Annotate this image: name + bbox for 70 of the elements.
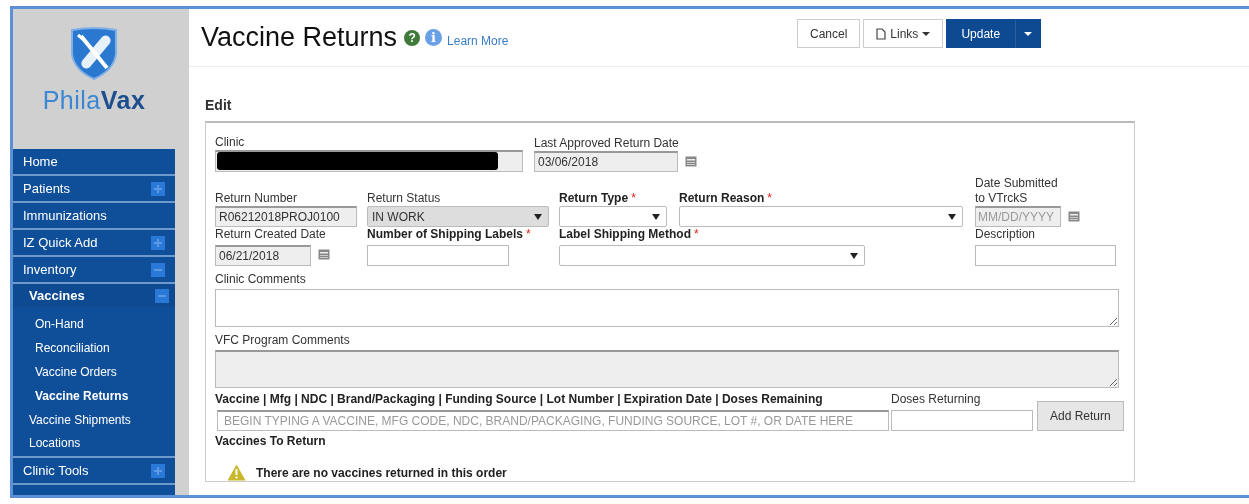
text-area[interactable] xyxy=(215,350,1119,388)
field-label: Doses Returning xyxy=(891,392,981,406)
field-label: Return Created Date xyxy=(215,227,326,241)
dropdown[interactable]: IN WORK xyxy=(367,206,549,227)
nav-item[interactable]: Patients xyxy=(13,176,175,203)
dropdown[interactable] xyxy=(559,245,865,266)
help-icon[interactable]: ? xyxy=(404,29,421,46)
expand-icon[interactable] xyxy=(151,181,165,196)
logo-text: PhilaVax xyxy=(42,86,146,115)
dropdown-arrow-icon xyxy=(652,213,660,220)
nav-item[interactable]: Vaccines xyxy=(13,284,175,307)
field-label: VFC Program Comments xyxy=(215,333,350,347)
document-icon xyxy=(876,27,887,40)
dropdown-arrow-icon xyxy=(948,213,956,220)
field-label: Vaccine | Mfg | NDC | Brand/Packaging | Funding Source | Lot Number | Expiration Date | Doses Remaining xyxy=(215,392,823,406)
input-field[interactable] xyxy=(215,150,523,172)
input-field[interactable]: R06212018PROJ0100 xyxy=(215,206,357,227)
page-title: Vaccine Returns xyxy=(201,22,398,53)
dropdown-button[interactable] xyxy=(1015,19,1042,48)
field-label: Date Submitted to VTrckS xyxy=(975,176,1058,205)
expand-icon[interactable] xyxy=(151,235,165,250)
nav-item[interactable]: Inventory xyxy=(13,257,175,284)
collapse-icon[interactable] xyxy=(151,262,165,277)
field-label: Return Type xyxy=(559,191,629,205)
learn-more-link[interactable]: Learn More xyxy=(447,33,509,48)
cancel-button[interactable]: Cancel xyxy=(797,19,861,48)
calendar-icon[interactable] xyxy=(1068,211,1080,222)
field-label: Label Shipping Method xyxy=(559,227,691,241)
nav-item[interactable]: Immunizations xyxy=(13,203,175,230)
caret-icon xyxy=(1024,31,1033,36)
input-field[interactable] xyxy=(367,245,509,266)
section-title: Vaccines To Return xyxy=(215,434,327,448)
date-field[interactable]: 03/06/2018 xyxy=(534,151,678,172)
required-mark: * xyxy=(694,227,699,241)
nav-item[interactable]: Home xyxy=(13,149,175,176)
dropdown-arrow-icon xyxy=(850,252,858,259)
nav-item[interactable]: IZ Quick Add xyxy=(13,230,175,257)
input-field[interactable] xyxy=(975,245,1116,266)
field-label: Clinic xyxy=(215,135,245,149)
text-area[interactable] xyxy=(215,289,1119,327)
field-label: Return Reason xyxy=(679,191,765,205)
required-mark: * xyxy=(631,191,636,205)
field-label: Number of Shipping Labels xyxy=(367,227,523,241)
required-mark: * xyxy=(526,227,531,241)
field-label: Return Status xyxy=(367,191,441,205)
date-field[interactable]: 06/21/2018 xyxy=(215,245,311,266)
field-label: Last Approved Return Date xyxy=(534,136,679,150)
links-button[interactable]: Links xyxy=(863,19,944,48)
dropdown[interactable] xyxy=(559,206,667,227)
calendar-icon[interactable] xyxy=(318,248,330,260)
calendar-icon[interactable] xyxy=(685,156,697,167)
logo-icon xyxy=(69,26,119,80)
collapse-icon[interactable] xyxy=(155,288,169,303)
date-field[interactable]: MM/DD/YYYY xyxy=(975,206,1061,227)
input-field[interactable] xyxy=(891,410,1033,431)
dropdown[interactable] xyxy=(679,206,963,227)
warning-icon xyxy=(227,464,246,481)
field-label: Clinic Comments xyxy=(215,272,306,286)
caret-icon xyxy=(922,31,931,36)
empty-message: There are no vaccines returned in this order xyxy=(256,465,507,480)
dropdown-arrow-icon xyxy=(534,213,542,220)
required-mark: * xyxy=(767,191,773,205)
section-title: Edit xyxy=(205,97,233,113)
nav-item[interactable]: Clinic Tools xyxy=(13,458,175,485)
update-button[interactable]: Update xyxy=(946,19,1016,48)
input-field[interactable]: BEGIN TYPING A VACCINE, MFG CODE, NDC, BRAND/PACKAGING, FUNDING SOURCE, LOT #, OR DATE HERE xyxy=(217,410,889,431)
field-label: Return Number xyxy=(215,191,298,205)
expand-icon[interactable] xyxy=(151,463,165,478)
field-label: Description xyxy=(975,227,1036,241)
add-return-button[interactable]: Add Return xyxy=(1037,401,1124,431)
